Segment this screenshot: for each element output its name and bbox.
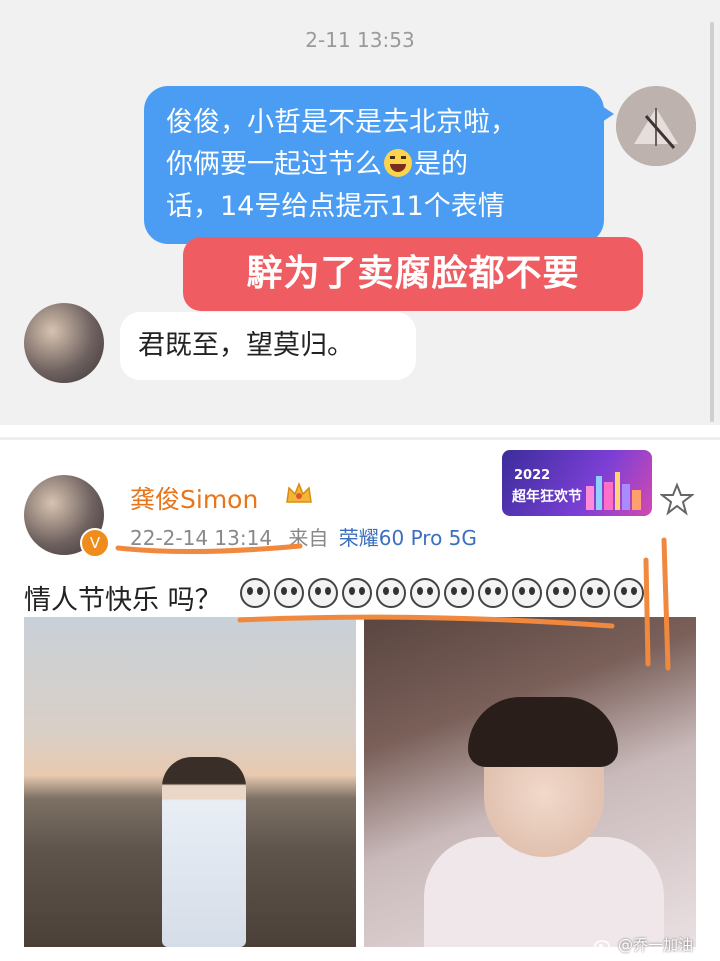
post-timestamp: 22-2-14 13:14 [130,526,273,550]
chat-screen: 2-11 13:53 俊俊，小哲是不是去北京啦， 你俩要一起过节么 是的 话，14… [0,0,720,425]
post-text: 情人节快乐 吗？ [24,585,222,616]
laugh-emoji-icon [546,578,576,608]
laugh-emoji-icon [410,578,440,608]
outgoing-message-line-2-text: 你俩要一起过节么 [166,149,382,180]
post-photo-2[interactable] [364,617,696,947]
chat-timestamp: 2-11 13:53 [305,28,415,52]
crown-icon [286,481,312,503]
promo-text: 超年狂欢节 [512,489,582,505]
overlay-caption: 騂为了卖腐脸都不要 [183,237,643,311]
scrollbar[interactable] [710,22,714,422]
star-icon[interactable] [660,482,694,516]
section-divider [0,425,720,437]
laugh-emoji-icon [444,578,474,608]
promo-year: 2022 [514,468,551,483]
photo-person [162,757,246,947]
post-device[interactable]: 荣耀60 Pro 5G [339,526,477,550]
watermark: @乔一加油 [618,936,694,954]
laugh-emoji-icon [274,578,304,608]
laugh-emoji-icon [376,578,406,608]
laugh-emoji-icon [512,578,542,608]
outgoing-message-line-2-end: 是的 [414,149,468,180]
laugh-emoji-icon [342,578,372,608]
post-meta: 22-2-14 13:14 来自 荣耀60 Pro 5G [130,522,477,551]
laugh-emoji-icon [384,149,412,177]
outgoing-message-line-3: 话，14号给点提示11个表情 [166,191,505,222]
weibo-logo-icon [594,936,612,952]
laugh-emoji-icon [580,578,610,608]
laugh-emoji-icon [614,578,644,608]
photo-hair [468,697,618,767]
fan-avatar-icon [616,86,696,166]
emoji-row [240,578,648,608]
poster-username[interactable]: 龚俊Simon [130,480,258,516]
promo-badge[interactable]: 2022 超年狂欢节 [502,450,652,516]
verified-icon: V [80,528,110,558]
outgoing-message-line-2: 你俩要一起过节么 是的 [166,144,586,186]
post-photo-1[interactable] [24,617,356,947]
laugh-emoji-icon [240,578,270,608]
laugh-emoji-icon [308,578,338,608]
laugh-emoji-icon [478,578,508,608]
outgoing-message-line-1: 俊俊，小哲是不是去北京啦， [166,107,517,138]
receiver-avatar[interactable] [24,303,104,383]
post-source-prefix: 来自 [288,526,329,550]
incoming-message-bubble[interactable]: 君既至，望莫归。 [120,312,416,380]
outgoing-message-bubble[interactable]: 俊俊，小哲是不是去北京啦， 你俩要一起过节么 是的 话，14号给点提示11个表情 [144,86,614,244]
city-skyline-icon [586,472,641,510]
sender-avatar[interactable] [616,86,696,166]
